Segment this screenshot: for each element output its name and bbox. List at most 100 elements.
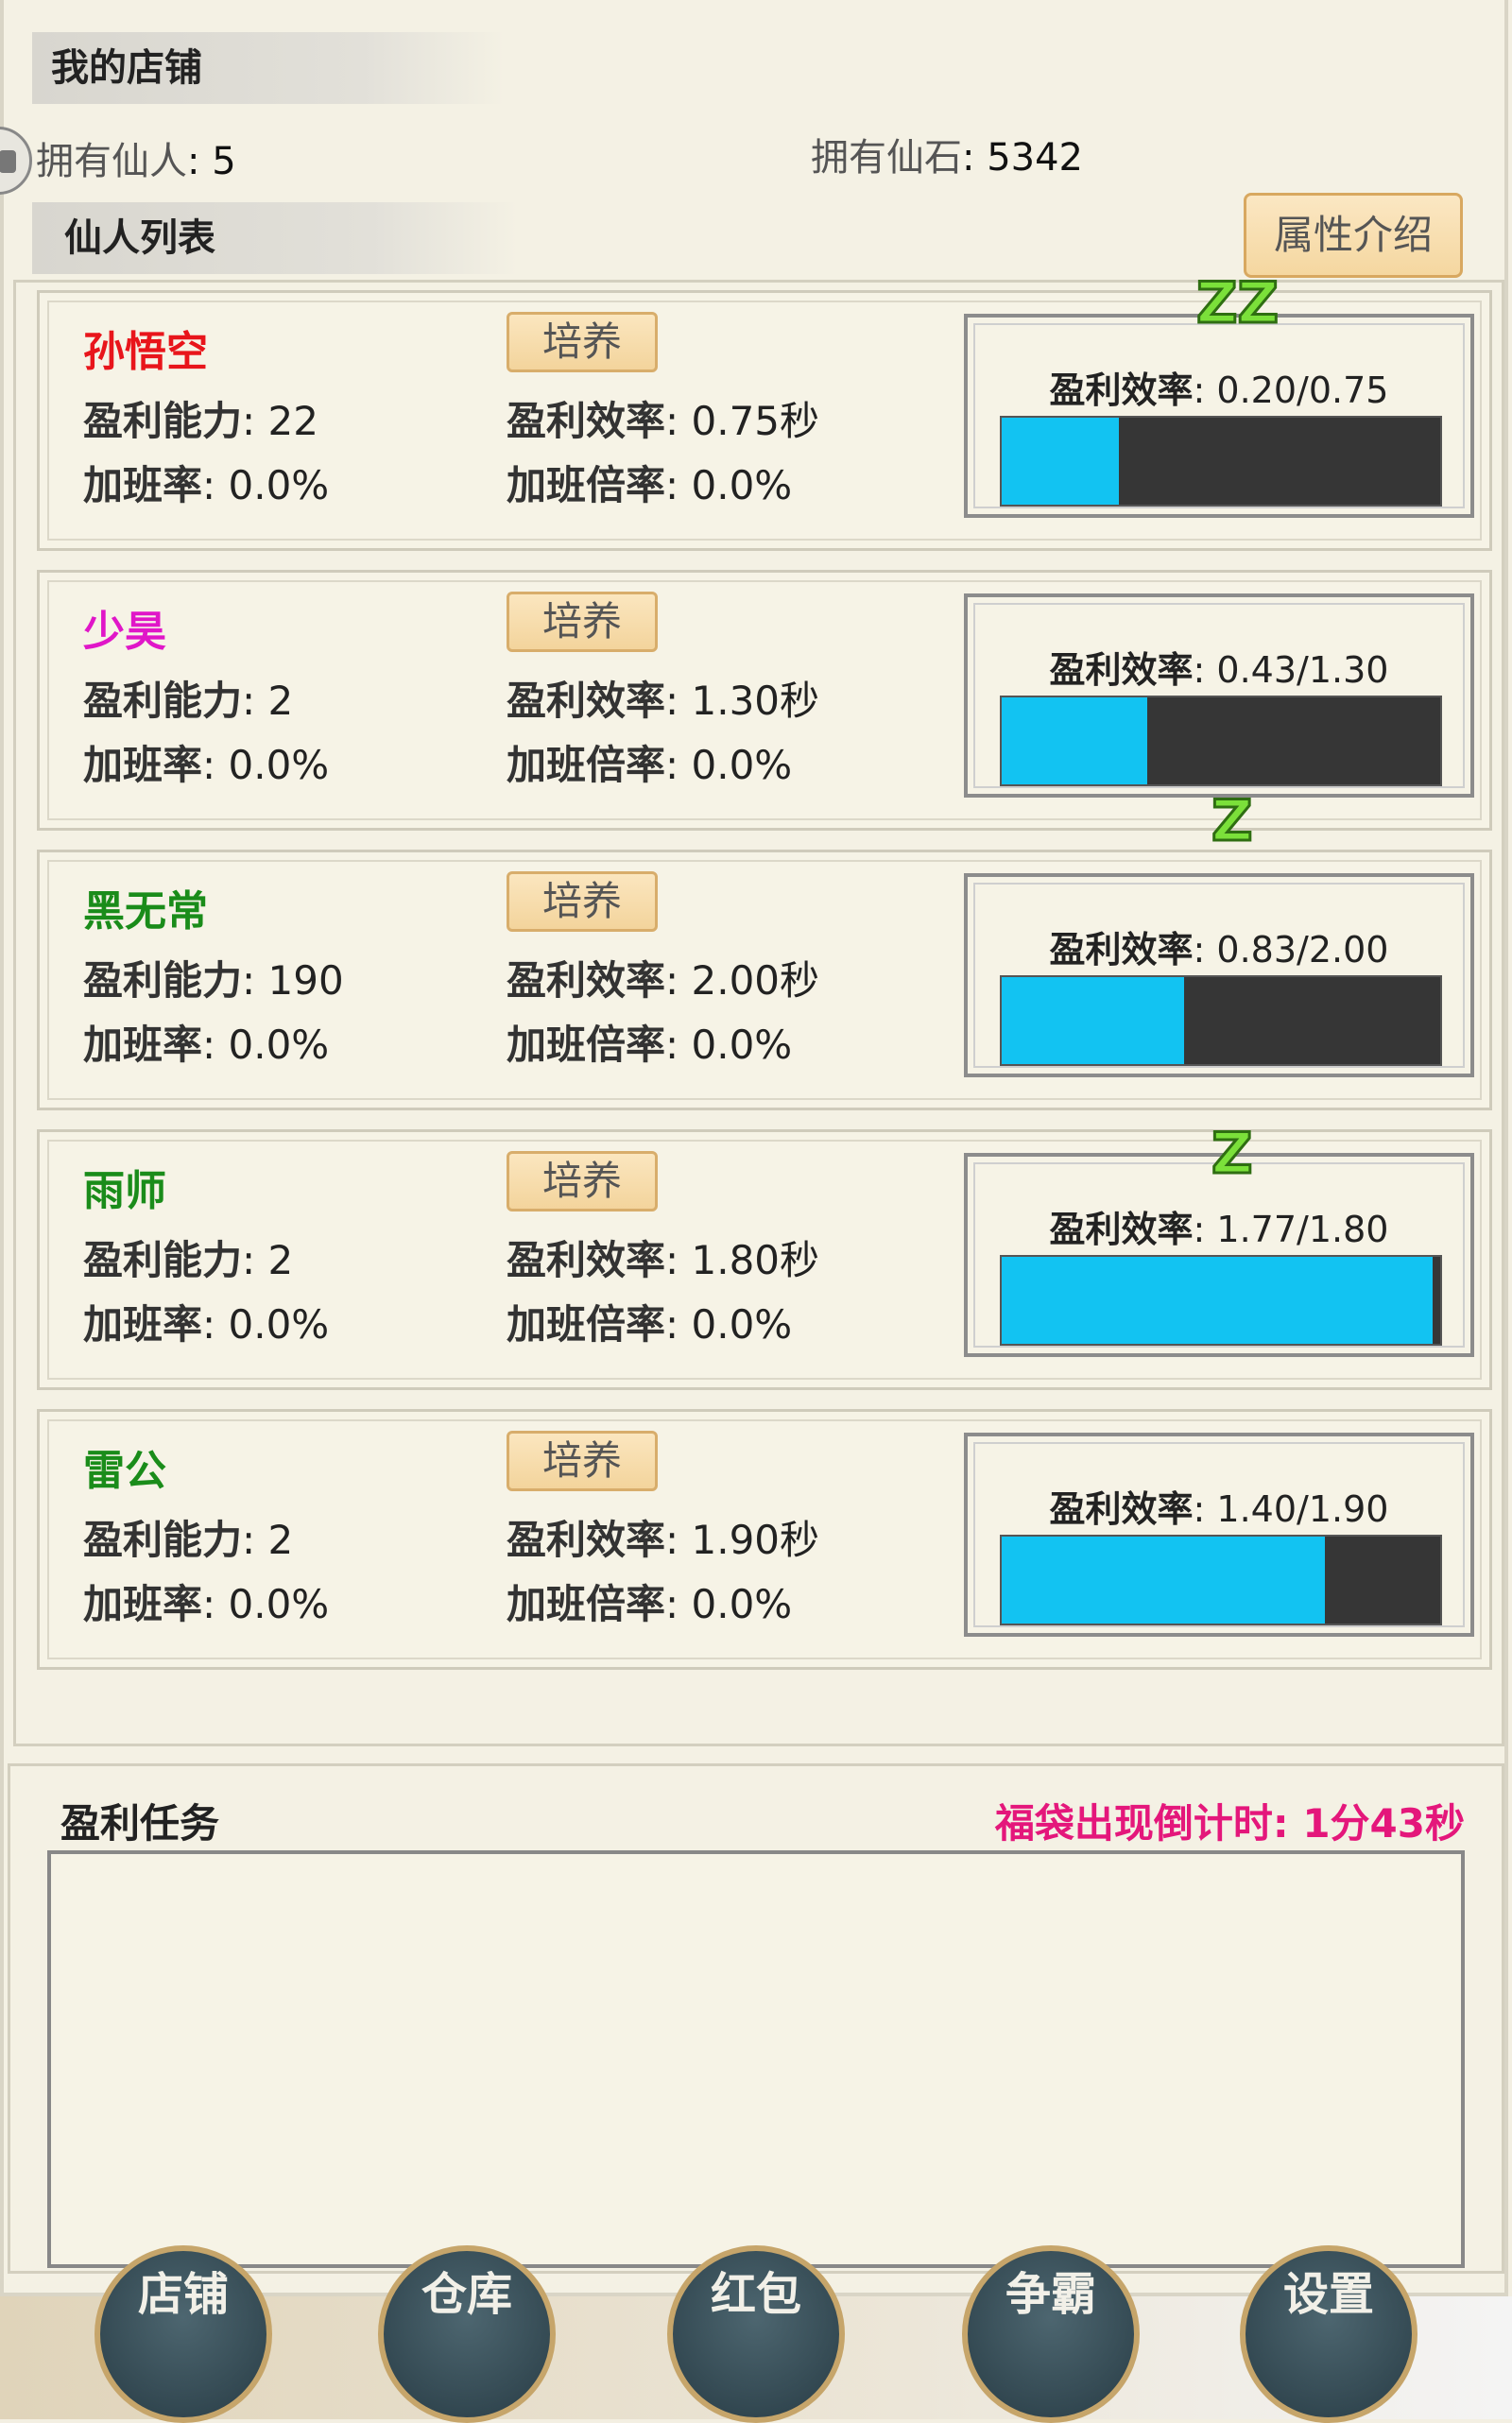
immortal-name: 少昊	[83, 608, 166, 656]
efficiency-progress-label: 盈利效率: 0.20/0.75	[968, 361, 1470, 413]
profit-efficiency: 盈利效率: 1.80秒	[507, 1229, 819, 1286]
efficiency-progress-fill	[1002, 1257, 1434, 1344]
overtime-rate-value: : 0.0%	[202, 742, 330, 788]
overtime-rate: 加班率: 0.0%	[83, 1013, 329, 1071]
efficiency-progress-value: : 0.20/0.75	[1193, 369, 1389, 411]
stones-label: 拥有仙石	[811, 136, 962, 180]
efficiency-progress-value: : 1.40/1.90	[1193, 1488, 1389, 1530]
sleeping-zz-icon: Z	[1211, 1120, 1254, 1189]
efficiency-progress-value: : 0.83/2.00	[1193, 929, 1389, 971]
profit-ability: 盈利能力: 2	[83, 669, 293, 727]
sleeping-zz-icon: ZZ	[1194, 269, 1280, 338]
efficiency-progress-fill	[1002, 697, 1147, 784]
efficiency-progress-label: 盈利效率: 0.83/2.00	[968, 920, 1470, 972]
efficiency-progress-fill	[1002, 1537, 1325, 1624]
profit-efficiency: 盈利效率: 2.00秒	[507, 949, 819, 1006]
profit-ability: 盈利能力: 22	[83, 389, 318, 447]
nav-button[interactable]: 仓库	[378, 2245, 556, 2423]
immortal-name: 雨师	[83, 1167, 166, 1215]
immortal-list-title: 仙人列表	[32, 202, 518, 274]
nav-button[interactable]: 争霸	[962, 2245, 1140, 2423]
efficiency-progress-label: 盈利效率: 1.77/1.80	[968, 1200, 1470, 1252]
profit-efficiency-label: 盈利效率	[507, 1517, 666, 1563]
immortal-name: 孙悟空	[83, 328, 208, 376]
efficiency-progress-label: 盈利效率: 1.40/1.90	[968, 1480, 1470, 1532]
overtime-multiplier-value: : 0.0%	[665, 742, 793, 788]
immortal-list[interactable]: 孙悟空 培养 盈利能力: 22 加班率: 0.0% 盈利效率: 0.75秒 加班…	[13, 269, 1504, 1746]
overtime-multiplier-value: : 0.0%	[665, 1022, 793, 1068]
profit-efficiency-value: : 1.90秒	[665, 1517, 820, 1563]
efficiency-progress-title: 盈利效率	[1049, 369, 1194, 411]
efficiency-progress-bar	[1000, 1255, 1442, 1346]
profit-efficiency-value: : 1.80秒	[665, 1237, 820, 1283]
immortal-card: 孙悟空 培养 盈利能力: 22 加班率: 0.0% 盈利效率: 0.75秒 加班…	[37, 269, 1492, 551]
profit-ability-value: : 2	[242, 1517, 294, 1563]
efficiency-progress-box: 盈利效率: 0.43/1.30	[964, 593, 1474, 798]
overtime-multiplier-label: 加班倍率	[507, 462, 666, 508]
overtime-multiplier-label: 加班倍率	[507, 1581, 666, 1627]
overtime-rate: 加班率: 0.0%	[83, 733, 329, 791]
nav-button-label: 争霸	[1005, 2268, 1096, 2321]
train-button[interactable]: 培养	[507, 592, 658, 652]
profit-ability-label: 盈利能力	[83, 678, 243, 724]
profit-ability-value: : 190	[242, 957, 344, 1004]
overtime-multiplier-value: : 0.0%	[665, 462, 793, 508]
overtime-multiplier: 加班倍率: 0.0%	[507, 454, 792, 511]
immortal-card: 黑无常 培养 盈利能力: 190 加班率: 0.0% 盈利效率: 2.00秒 加…	[37, 850, 1492, 1110]
profit-efficiency-label: 盈利效率	[507, 398, 666, 444]
overtime-rate-value: : 0.0%	[202, 1301, 330, 1348]
efficiency-progress-box: 盈利效率: 0.83/2.00	[964, 873, 1474, 1077]
profit-ability-label: 盈利能力	[83, 398, 243, 444]
overtime-rate-label: 加班率	[83, 1022, 203, 1068]
nav-button-label: 红包	[710, 2268, 801, 2321]
sleeping-zz-icon: Z	[1211, 787, 1254, 856]
overtime-rate-value: : 0.0%	[202, 462, 330, 508]
overtime-multiplier-label: 加班倍率	[507, 1022, 666, 1068]
profit-efficiency: 盈利效率: 1.30秒	[507, 669, 819, 727]
efficiency-progress-label: 盈利效率: 0.43/1.30	[968, 641, 1470, 693]
task-list-area[interactable]	[47, 1850, 1465, 2268]
immortal-name: 雷公	[83, 1447, 166, 1495]
immortal-name: 黑无常	[83, 887, 208, 936]
profit-efficiency-label: 盈利效率	[507, 678, 666, 724]
profit-efficiency-label: 盈利效率	[507, 957, 666, 1004]
immortals-value: : 5	[187, 140, 236, 183]
efficiency-progress-fill	[1002, 977, 1184, 1064]
stones-count: 拥有仙石: 5342	[811, 127, 1083, 181]
nav-button-label: 店铺	[137, 2268, 229, 2321]
stones-value: : 5342	[962, 136, 1083, 180]
profit-efficiency-value: : 2.00秒	[665, 957, 820, 1004]
train-button[interactable]: 培养	[507, 1431, 658, 1491]
nav-button-label: 设置	[1282, 2268, 1374, 2321]
efficiency-progress-title: 盈利效率	[1049, 1209, 1194, 1250]
overtime-rate: 加班率: 0.0%	[83, 1293, 329, 1350]
profit-efficiency: 盈利效率: 1.90秒	[507, 1508, 819, 1566]
profit-ability: 盈利能力: 2	[83, 1229, 293, 1286]
profit-efficiency-value: : 0.75秒	[665, 398, 820, 444]
train-button[interactable]: 培养	[507, 1151, 658, 1212]
overtime-rate: 加班率: 0.0%	[83, 454, 329, 511]
profit-ability-value: : 22	[242, 398, 318, 444]
efficiency-progress-value: : 0.43/1.30	[1193, 649, 1389, 691]
attribute-intro-button[interactable]: 属性介绍	[1244, 193, 1463, 278]
efficiency-progress-bar	[1000, 975, 1442, 1066]
overtime-rate-label: 加班率	[83, 462, 203, 508]
profit-ability-label: 盈利能力	[83, 1517, 243, 1563]
nav-button[interactable]: 设置	[1240, 2245, 1418, 2423]
overtime-multiplier: 加班倍率: 0.0%	[507, 733, 792, 791]
profit-ability-label: 盈利能力	[83, 957, 243, 1004]
overtime-rate-label: 加班率	[83, 1581, 203, 1627]
overtime-rate: 加班率: 0.0%	[83, 1572, 329, 1630]
efficiency-progress-bar	[1000, 696, 1442, 786]
nav-button[interactable]: 红包	[667, 2245, 845, 2423]
profit-ability-value: : 2	[242, 678, 294, 724]
profit-ability-value: : 2	[242, 1237, 294, 1283]
efficiency-progress-bar	[1000, 1535, 1442, 1625]
efficiency-progress-box: 盈利效率: 1.40/1.90	[964, 1433, 1474, 1637]
nav-button[interactable]: 店铺	[94, 2245, 272, 2423]
profit-ability-label: 盈利能力	[83, 1237, 243, 1283]
overtime-multiplier: 加班倍率: 0.0%	[507, 1293, 792, 1350]
overtime-rate-label: 加班率	[83, 742, 203, 788]
train-button[interactable]: 培养	[507, 871, 658, 932]
train-button[interactable]: 培养	[507, 312, 658, 372]
